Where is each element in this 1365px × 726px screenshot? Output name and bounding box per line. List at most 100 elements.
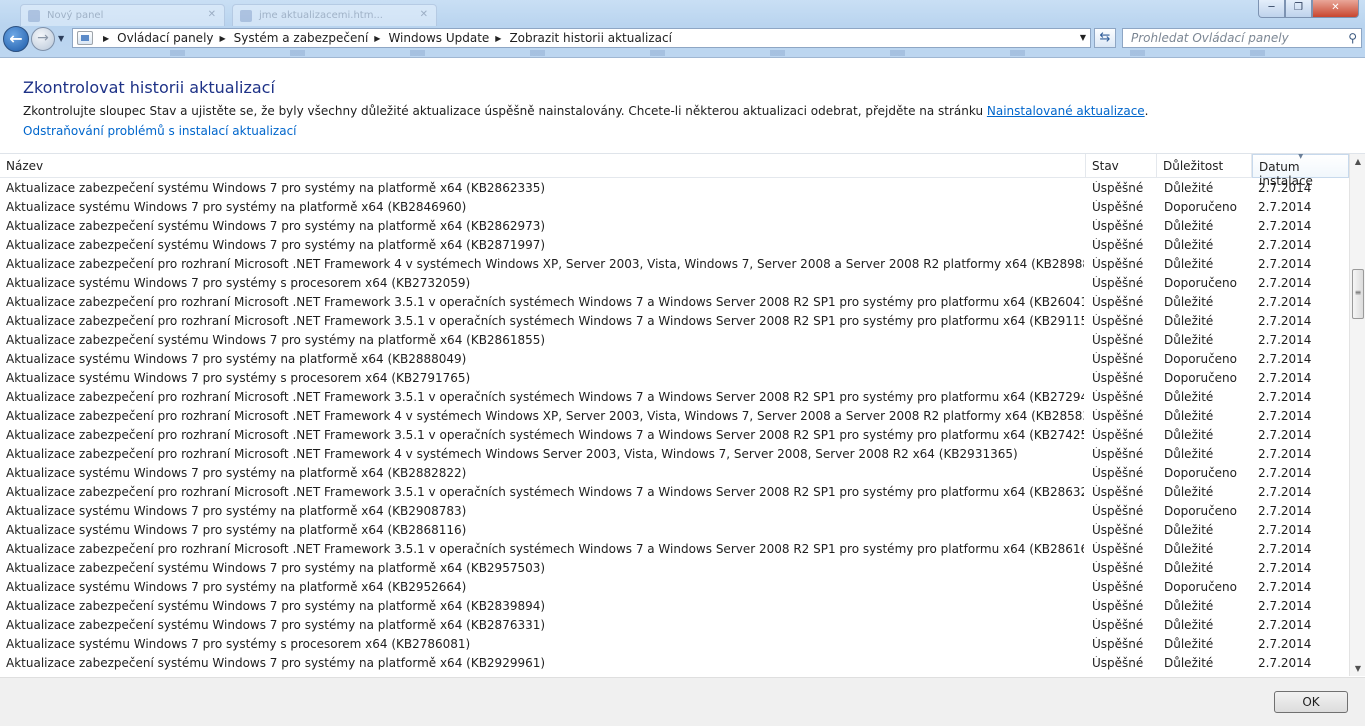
- update-status: Úspěšné: [1092, 523, 1144, 537]
- update-status: Úspěšné: [1092, 238, 1144, 252]
- table-row[interactable]: Aktualizace zabezpečení systému Windows …: [0, 654, 1349, 673]
- table-row[interactable]: Aktualizace systému Windows 7 pro systém…: [0, 369, 1349, 388]
- chevron-right-icon[interactable]: ▶: [374, 34, 380, 43]
- chevron-right-icon[interactable]: ▶: [495, 34, 501, 43]
- installed-updates-link[interactable]: Nainstalované aktualizace: [987, 104, 1145, 118]
- update-install-date: 2.7.2014: [1258, 428, 1312, 442]
- vertical-scrollbar[interactable]: ▲ ≡ ▼: [1349, 154, 1365, 676]
- search-placeholder: Prohledat Ovládací panely: [1131, 31, 1289, 45]
- update-name: Aktualizace systému Windows 7 pro systém…: [6, 276, 471, 290]
- background-tab[interactable]: Nový panel ✕: [20, 4, 225, 26]
- column-header-importance[interactable]: Důležitost: [1157, 154, 1252, 178]
- update-status: Úspěšné: [1092, 485, 1144, 499]
- table-row[interactable]: Aktualizace systému Windows 7 pro systém…: [0, 578, 1349, 597]
- table-row[interactable]: Aktualizace zabezpečení systému Windows …: [0, 616, 1349, 635]
- update-name: Aktualizace zabezpečení systému Windows …: [6, 181, 546, 195]
- update-name: Aktualizace zabezpečení systému Windows …: [6, 599, 546, 613]
- close-tab-icon[interactable]: ✕: [208, 9, 216, 20]
- table-row[interactable]: Aktualizace systému Windows 7 pro systém…: [0, 521, 1349, 540]
- background-tab[interactable]: jme aktualizacemi.htm... ✕: [232, 4, 437, 26]
- update-name: Aktualizace zabezpečení pro rozhraní Mic…: [6, 428, 1084, 442]
- troubleshoot-link[interactable]: Odstraňování problémů s instalací aktual…: [23, 124, 297, 138]
- description-end: .: [1144, 104, 1149, 118]
- table-row[interactable]: Aktualizace zabezpečení systému Windows …: [0, 597, 1349, 616]
- description-text: Zkontrolujte sloupec Stav a ujistěte se,…: [23, 104, 987, 118]
- update-status: Úspěšné: [1092, 542, 1144, 556]
- update-install-date: 2.7.2014: [1258, 409, 1312, 423]
- table-row[interactable]: Aktualizace zabezpečení pro rozhraní Mic…: [0, 483, 1349, 502]
- table-row[interactable]: Aktualizace zabezpečení pro rozhraní Mic…: [0, 255, 1349, 274]
- breadcrumb-control-panel[interactable]: Ovládací panely: [117, 31, 213, 45]
- breadcrumb-system-security[interactable]: Systém a zabezpečení: [234, 31, 369, 45]
- update-install-date: 2.7.2014: [1258, 314, 1312, 328]
- table-row[interactable]: Aktualizace zabezpečení pro rozhraní Mic…: [0, 426, 1349, 445]
- update-importance: Doporučeno: [1164, 580, 1238, 594]
- close-tab-icon[interactable]: ✕: [420, 9, 428, 20]
- chevron-right-icon[interactable]: ▶: [220, 34, 226, 43]
- update-importance: Důležité: [1164, 390, 1214, 404]
- update-name: Aktualizace zabezpečení systému Windows …: [6, 561, 546, 575]
- search-icon[interactable]: ⚲: [1348, 31, 1357, 45]
- table-row[interactable]: Aktualizace systému Windows 7 pro systém…: [0, 198, 1349, 217]
- search-input[interactable]: Prohledat Ovládací panely ⚲: [1122, 28, 1362, 48]
- chevron-down-icon[interactable]: ▼: [1080, 33, 1086, 42]
- table-row[interactable]: Aktualizace zabezpečení systému Windows …: [0, 179, 1349, 198]
- breadcrumb-windows-update[interactable]: Windows Update: [388, 31, 489, 45]
- table-row[interactable]: Aktualizace zabezpečení systému Windows …: [0, 217, 1349, 236]
- table-row[interactable]: Aktualizace systému Windows 7 pro systém…: [0, 350, 1349, 369]
- update-name: Aktualizace systému Windows 7 pro systém…: [6, 466, 467, 480]
- update-install-date: 2.7.2014: [1258, 466, 1312, 480]
- table-row[interactable]: Aktualizace zabezpečení systému Windows …: [0, 236, 1349, 255]
- table-row[interactable]: Aktualizace systému Windows 7 pro systém…: [0, 635, 1349, 654]
- table-row[interactable]: Aktualizace systému Windows 7 pro systém…: [0, 464, 1349, 483]
- table-row[interactable]: Aktualizace zabezpečení pro rozhraní Mic…: [0, 540, 1349, 559]
- table-row[interactable]: Aktualizace zabezpečení pro rozhraní Mic…: [0, 293, 1349, 312]
- update-importance: Důležité: [1164, 637, 1214, 651]
- background-toolbar: [110, 50, 1350, 56]
- refresh-button[interactable]: ⇆: [1094, 28, 1116, 48]
- update-importance: Doporučeno: [1164, 276, 1238, 290]
- update-name: Aktualizace systému Windows 7 pro systém…: [6, 580, 467, 594]
- page-description: Zkontrolujte sloupec Stav a ujistěte se,…: [23, 104, 1149, 118]
- table-row[interactable]: Aktualizace zabezpečení systému Windows …: [0, 331, 1349, 350]
- column-header-status[interactable]: Stav: [1086, 154, 1157, 178]
- sort-descending-icon: ▼: [1298, 153, 1304, 160]
- table-row[interactable]: Aktualizace systému Windows 7 pro systém…: [0, 502, 1349, 521]
- main-content: Zkontrolovat historii aktualizací Zkontr…: [0, 59, 1365, 676]
- column-header-label: Název: [6, 159, 44, 173]
- table-row[interactable]: Aktualizace systému Windows 7 pro systém…: [0, 274, 1349, 293]
- back-button[interactable]: ←: [3, 26, 29, 52]
- update-importance: Důležité: [1164, 542, 1214, 556]
- forward-button[interactable]: →: [31, 27, 55, 51]
- update-status: Úspěšné: [1092, 181, 1144, 195]
- update-status: Úspěšné: [1092, 599, 1144, 613]
- update-importance: Doporučeno: [1164, 352, 1238, 366]
- minimize-button[interactable]: ─: [1258, 0, 1285, 18]
- close-button[interactable]: ✕: [1312, 0, 1359, 18]
- scroll-down-icon[interactable]: ▼: [1350, 661, 1365, 676]
- update-importance: Důležité: [1164, 523, 1214, 537]
- update-history-list: Název Stav Důležitost ▼ Datum instalace …: [0, 153, 1365, 676]
- scroll-up-icon[interactable]: ▲: [1350, 154, 1365, 170]
- update-importance: Důležité: [1164, 656, 1214, 670]
- maximize-button[interactable]: ❐: [1285, 0, 1312, 18]
- ok-button[interactable]: OK: [1274, 691, 1348, 713]
- update-status: Úspěšné: [1092, 580, 1144, 594]
- table-row[interactable]: Aktualizace zabezpečení pro rozhraní Mic…: [0, 445, 1349, 464]
- table-row[interactable]: Aktualizace zabezpečení pro rozhraní Mic…: [0, 388, 1349, 407]
- address-bar[interactable]: ▶ Ovládací panely ▶ Systém a zabezpečení…: [72, 28, 1091, 48]
- window-controls: ─ ❐ ✕: [1258, 0, 1359, 18]
- update-status: Úspěšné: [1092, 504, 1144, 518]
- chevron-down-icon: ▼: [58, 34, 65, 43]
- table-row[interactable]: Aktualizace zabezpečení pro rozhraní Mic…: [0, 407, 1349, 426]
- scrollbar-thumb[interactable]: ≡: [1352, 269, 1364, 319]
- update-importance: Důležité: [1164, 409, 1214, 423]
- table-row[interactable]: Aktualizace zabezpečení systému Windows …: [0, 559, 1349, 578]
- column-header-install-date[interactable]: ▼ Datum instalace: [1252, 153, 1349, 188]
- table-row[interactable]: Aktualizace zabezpečení pro rozhraní Mic…: [0, 312, 1349, 331]
- column-header-name[interactable]: Název: [0, 154, 1086, 178]
- update-install-date: 2.7.2014: [1258, 504, 1312, 518]
- recent-pages-dropdown[interactable]: ▼: [58, 34, 64, 43]
- chevron-right-icon[interactable]: ▶: [103, 34, 109, 43]
- breadcrumb-update-history[interactable]: Zobrazit historii aktualizací: [509, 31, 672, 45]
